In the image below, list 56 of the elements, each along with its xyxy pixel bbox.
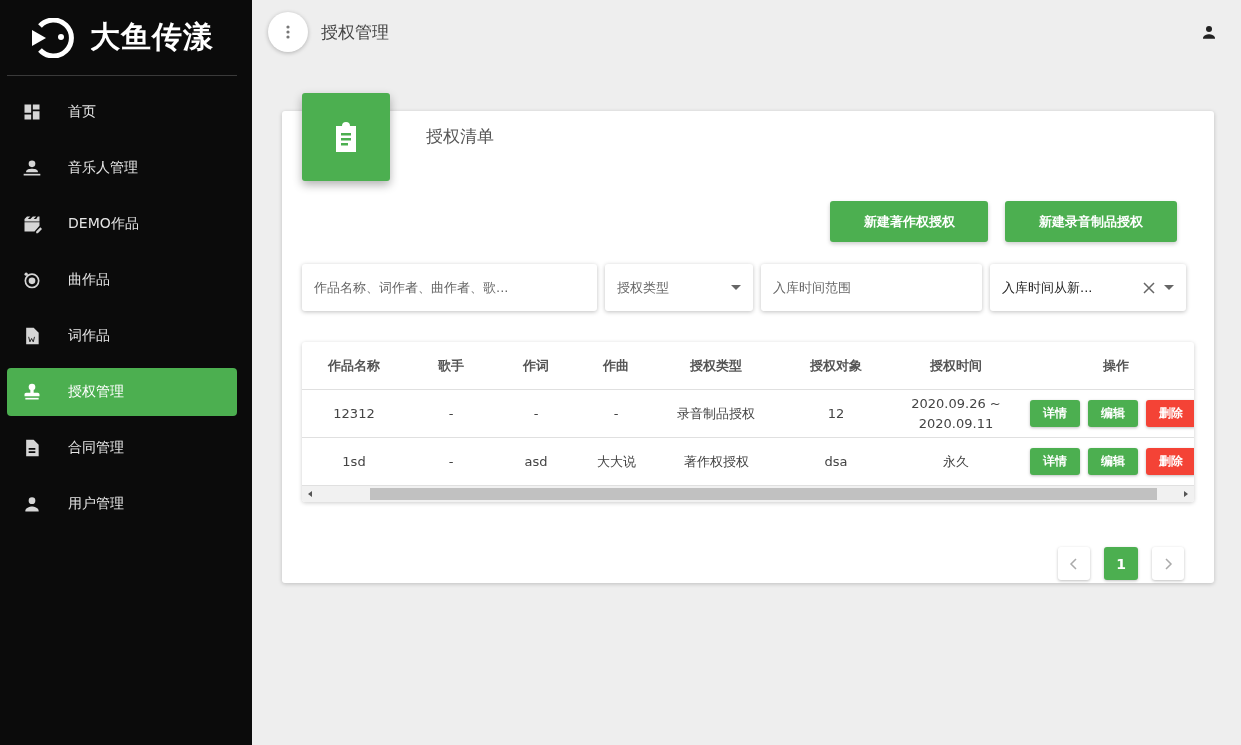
sidebar-item[interactable]: 词作品 — [7, 312, 237, 360]
more-icon — [286, 25, 290, 39]
dashboard-icon — [22, 102, 42, 122]
select-field[interactable]: 入库时间从新... — [990, 264, 1186, 311]
page-title: 授权管理 — [321, 20, 390, 44]
column-header: 作曲 — [603, 357, 629, 373]
table-cell-text: 永久 — [942, 452, 970, 471]
chevron-right-icon — [1163, 557, 1173, 570]
clapper-icon — [22, 214, 42, 234]
search-field[interactable]: 作品名称、词作者、曲作者、歌... — [302, 264, 597, 311]
table-cell: - — [613, 405, 619, 421]
sidebar-item[interactable]: 音乐人管理 — [7, 144, 237, 192]
column-header: 授权对象 — [810, 357, 862, 373]
table-cell: 1sd — [342, 453, 366, 469]
column-header: 授权类型 — [690, 357, 742, 373]
table-cell: - — [448, 453, 454, 469]
table-cell: 12312 — [333, 405, 375, 421]
column-header: 作词 — [523, 357, 549, 373]
user-icon[interactable] — [1200, 23, 1218, 41]
card-title: 授权清单 — [426, 126, 494, 146]
chevron-left-icon — [1069, 557, 1079, 570]
brand-name: 大鱼传漾 — [90, 18, 214, 56]
sidebar-item[interactable]: 首页 — [7, 88, 237, 136]
column-header: 作品名称 — [328, 357, 380, 373]
clear-icon[interactable] — [1142, 280, 1156, 295]
sidebar-item[interactable]: 合同管理 — [7, 424, 237, 472]
fish-logo-icon — [30, 17, 76, 58]
table-cell: - — [448, 405, 454, 421]
table-cell: 录音制品授权 — [677, 405, 755, 421]
caret-icon — [1164, 285, 1174, 290]
next-page-button[interactable] — [1152, 547, 1184, 580]
search-field[interactable]: 入库时间范围 — [761, 264, 982, 311]
previous-page-button[interactable] — [1058, 547, 1090, 580]
delete-button[interactable]: 删除 — [1146, 400, 1194, 427]
column-header: 歌手 — [438, 357, 464, 373]
more-button[interactable] — [268, 12, 308, 52]
caret-icon — [731, 285, 741, 290]
stamp-icon — [22, 382, 42, 402]
sidebar-item[interactable]: DEMO作品 — [7, 200, 237, 248]
table-cell: 大大说 — [596, 453, 636, 469]
sidebar-item[interactable]: 曲作品 — [7, 256, 237, 304]
select-field[interactable]: 授权类型 — [605, 264, 753, 311]
table-cell: 12 — [827, 405, 845, 421]
musician-icon — [22, 158, 42, 178]
horizontal-scrollbar[interactable] — [302, 486, 1194, 502]
table-cell-text: 2020.09.26 ~ 2020.09.11 — [910, 395, 1002, 433]
table-cell: - — [533, 405, 539, 421]
column-header: 操作 — [1103, 357, 1129, 373]
delete-button[interactable]: 删除 — [1146, 448, 1194, 475]
sidebar-item[interactable]: 用户管理 — [7, 480, 237, 528]
column-header: 授权时间 — [930, 357, 982, 373]
table-cell: dsa — [824, 453, 848, 469]
table-cell: asd — [524, 453, 548, 469]
table-cell: 著作权授权 — [683, 453, 749, 469]
disc-icon — [22, 270, 42, 290]
user-icon — [22, 494, 42, 514]
